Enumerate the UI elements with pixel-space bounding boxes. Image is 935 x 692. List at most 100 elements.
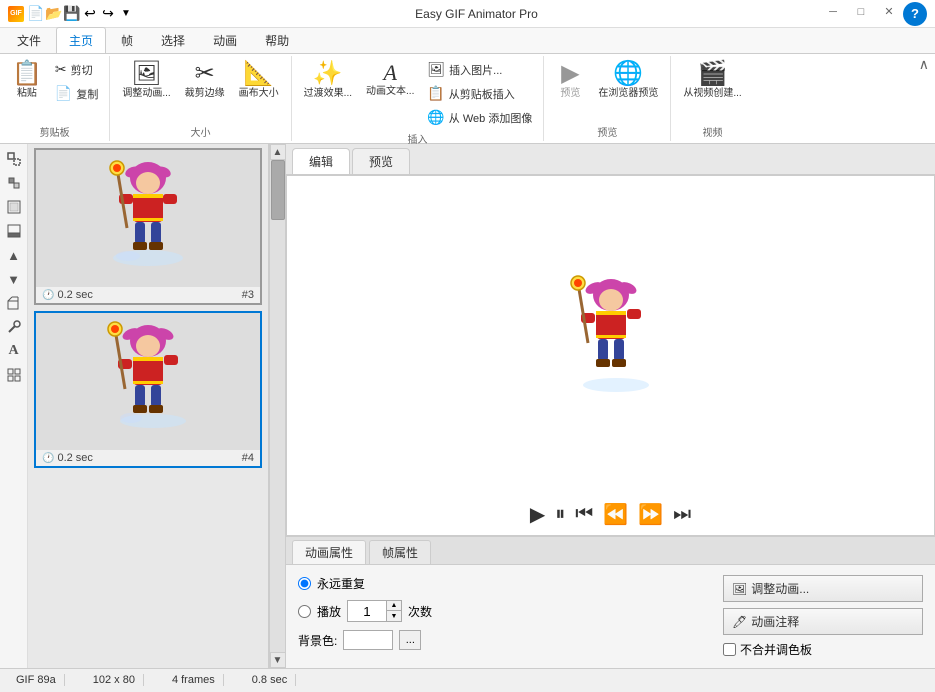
title-bar: GIF 📄 📂 💾 ↩ ↪ ▼ Easy GIF Animator Pro ─ … [0, 0, 935, 28]
editor-tabs: 编辑 预览 [286, 144, 935, 175]
palette-tool[interactable] [3, 220, 25, 242]
ribbon-collapse-button[interactable]: ∧ [913, 54, 935, 75]
scroll-thumb[interactable] [271, 160, 285, 220]
open-icon[interactable]: 📂 [46, 6, 62, 22]
close-button[interactable]: ✕ [875, 2, 903, 22]
no-merge-checkbox[interactable] [723, 643, 736, 656]
spinner-down-button[interactable]: ▼ [387, 611, 401, 621]
spinner-up-button[interactable]: ▲ [387, 601, 401, 611]
next-button[interactable]: ⏩ [638, 502, 663, 527]
text-btn[interactable]: A 动画文本... [360, 58, 420, 102]
tab-frame[interactable]: 帧 [108, 27, 146, 53]
app-title: Easy GIF Animator Pro [134, 7, 819, 21]
canvas-icon: 📐 [244, 62, 274, 86]
help-button[interactable]: ? [903, 2, 927, 26]
prop-right: 🖼 调整动画... 🖊 动画注释 不合并调色板 [723, 575, 923, 658]
canvas-button[interactable]: 📐 画布大小 [233, 58, 285, 104]
prop-content: 永远重复 播放 ▲ ▼ 次数 [286, 565, 935, 668]
tab-home[interactable]: 主页 [56, 27, 106, 53]
from-clipboard-icon: 📋 [427, 85, 444, 102]
tab-help[interactable]: 帮助 [252, 27, 302, 53]
bg-color-row: 背景色: ... [298, 630, 703, 650]
tab-file[interactable]: 文件 [4, 27, 54, 53]
playback-controls: ▶ ⏸ ⏮ ⏪ ⏩ ⏭ [522, 494, 699, 535]
minimize-button[interactable]: ─ [819, 2, 847, 22]
text-tool[interactable]: A [3, 340, 25, 362]
animation-comment-button[interactable]: 🖊 动画注释 [723, 608, 923, 635]
preview-button[interactable]: ▶ 预览 [550, 58, 590, 104]
status-bar: GIF 89a 102 x 80 4 frames 0.8 sec [0, 668, 935, 690]
scroll-down-arrow[interactable]: ▼ [270, 652, 286, 668]
tab-preview[interactable]: 预览 [352, 148, 410, 174]
tab-edit[interactable]: 编辑 [292, 148, 350, 174]
undo-icon[interactable]: ↩ [82, 6, 98, 22]
frames-panel: 🕐 0.2 sec #3 [28, 144, 269, 668]
select-tool[interactable] [3, 148, 25, 170]
paste-button[interactable]: 📋 粘贴 [6, 58, 48, 104]
frame-item-3[interactable]: 🕐 0.2 sec #3 [34, 148, 262, 305]
redo-icon[interactable]: ↪ [100, 6, 116, 22]
effects-button[interactable]: ✨ 过渡效果... [298, 58, 358, 104]
play-count-row: 播放 ▲ ▼ 次数 [298, 600, 703, 622]
from-web-button[interactable]: 🌐 从 Web 添加图像 [422, 106, 537, 129]
bg-color-swatch[interactable] [343, 630, 393, 650]
crop-button[interactable]: ✂ 裁剪边缘 [179, 58, 231, 104]
eyedrop-tool[interactable] [3, 316, 25, 338]
fill-tool[interactable] [3, 196, 25, 218]
from-clipboard-button[interactable]: 📋 从剪贴板插入 [422, 82, 537, 105]
zoom-tool[interactable] [3, 292, 25, 314]
scroll-up-arrow[interactable]: ▲ [270, 144, 286, 160]
ribbon-group-clipboard: 📋 粘贴 ✂ 剪切 📄 复制 剪贴板 [0, 56, 110, 141]
more-icon[interactable]: ▼ [118, 6, 134, 22]
play-button[interactable]: ▶ [530, 502, 545, 527]
properties-panel: 动画属性 帧属性 永远重复 播放 ▲ [286, 536, 935, 668]
ribbon-tabs: 文件 主页 帧 选择 动画 帮助 [0, 28, 935, 54]
prop-tab-frame[interactable]: 帧属性 [369, 540, 431, 564]
resize-button[interactable]: 🖼 调整动画... [116, 58, 176, 104]
new-icon[interactable]: 📄 [28, 6, 44, 22]
grid-tool[interactable] [3, 364, 25, 386]
from-video-button[interactable]: 🎬 从视频创建... [677, 58, 747, 104]
repeat-forever-radio[interactable] [298, 577, 311, 590]
browser-preview-button[interactable]: 🌐 在浏览器预览 [592, 58, 664, 104]
tab-animation[interactable]: 动画 [200, 27, 250, 53]
draw-tool[interactable] [3, 172, 25, 194]
sprite-3 [103, 158, 193, 278]
from-video-icon: 🎬 [698, 62, 728, 86]
frame-item-4[interactable]: 🕐 0.2 sec #4 [34, 311, 262, 468]
pause-button[interactable]: ⏸ [555, 503, 565, 526]
preview-area: ▶ ⏸ ⏮ ⏪ ⏩ ⏭ [286, 175, 935, 536]
insert-label: 插入 [408, 131, 428, 146]
cut-button[interactable]: ✂ 剪切 [50, 58, 103, 81]
ribbon-group-size: 🖼 调整动画... ✂ 裁剪边缘 📐 画布大小 大小 [110, 56, 291, 141]
play-count-radio[interactable] [298, 605, 311, 618]
adjust-animation-button[interactable]: 🖼 调整动画... [723, 575, 923, 602]
bg-color-picker-button[interactable]: ... [399, 630, 421, 650]
save-icon[interactable]: 💾 [64, 6, 80, 22]
prop-tabs: 动画属性 帧属性 [286, 537, 935, 565]
down-tool[interactable]: ▼ [3, 268, 25, 290]
up-tool[interactable]: ▲ [3, 244, 25, 266]
repeat-forever-row: 永远重复 [298, 575, 703, 592]
prop-tab-animation[interactable]: 动画属性 [292, 540, 366, 564]
scroll-track[interactable] [270, 160, 285, 652]
prev-button[interactable]: ⏪ [603, 502, 628, 527]
insert-img-button[interactable]: 🖼 插入图片... [422, 58, 537, 81]
maximize-button[interactable]: □ [847, 2, 875, 22]
window-controls: ─ □ ✕ ? [819, 2, 927, 26]
right-panel: 编辑 预览 [286, 144, 935, 668]
play-count-input[interactable] [347, 600, 387, 622]
frame-thumb-3 [36, 150, 260, 286]
repeat-forever-label: 永远重复 [317, 575, 365, 592]
tab-select[interactable]: 选择 [148, 27, 198, 53]
sprite-4 [103, 321, 193, 441]
skip-end-button[interactable]: ⏭ [673, 503, 691, 526]
frames-scrollbar[interactable]: ▲ ▼ [269, 144, 285, 668]
preview-sprite [561, 275, 661, 395]
play-count-spinner[interactable]: ▲ ▼ [387, 600, 402, 622]
preview-label: 预览 [597, 124, 617, 139]
bg-color-label: 背景色: [298, 632, 337, 649]
text-icon: A [383, 62, 396, 84]
skip-start-button[interactable]: ⏮ [575, 503, 593, 526]
copy-button[interactable]: 📄 复制 [50, 82, 103, 105]
